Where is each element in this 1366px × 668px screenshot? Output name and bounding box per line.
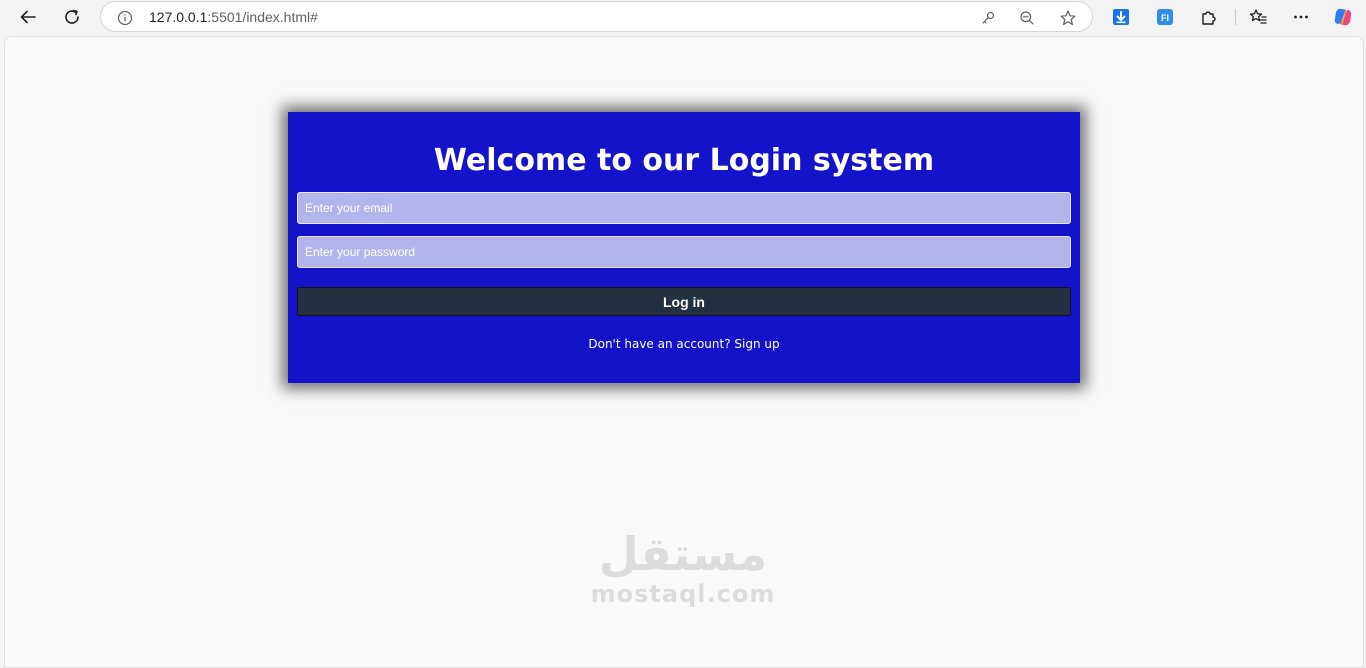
signup-line: Don't have an account? Sign up: [288, 337, 1080, 351]
favorite-button[interactable]: [1057, 7, 1079, 29]
key-icon: [982, 11, 995, 24]
password-button[interactable]: [977, 7, 999, 29]
copilot-button[interactable]: [1331, 5, 1355, 29]
login-button[interactable]: Log in: [297, 287, 1071, 316]
puzzle-icon: [1202, 11, 1216, 25]
more-button[interactable]: [1289, 5, 1313, 29]
back-arrow-icon: [20, 10, 36, 24]
toolbar-divider: [1235, 9, 1236, 25]
fi-extension-label: FI: [1161, 13, 1169, 23]
zoom-button[interactable]: [1016, 7, 1038, 29]
reload-button[interactable]: [58, 4, 86, 30]
favorites-list-icon: [1249, 9, 1267, 24]
url-path: :5501/index.html#: [207, 9, 318, 25]
zoom-out-icon: [1020, 11, 1034, 25]
signup-prompt: Don't have an account?: [588, 337, 731, 351]
fi-extension-button[interactable]: FI: [1153, 5, 1177, 29]
signup-link[interactable]: Sign up: [734, 337, 779, 351]
watermark: مستقل mostaql.com: [588, 528, 778, 623]
address-bar[interactable]: 127.0.0.1:5501/index.html#: [100, 1, 1093, 32]
copilot-icon: [1334, 8, 1352, 26]
password-input[interactable]: [297, 236, 1071, 268]
extensions-button[interactable]: [1197, 5, 1221, 29]
back-button[interactable]: [14, 4, 42, 30]
download-extension-button[interactable]: [1109, 5, 1133, 29]
browser-toolbar: 127.0.0.1:5501/index.html# FI: [0, 0, 1366, 34]
url-text[interactable]: 127.0.0.1:5501/index.html#: [149, 9, 318, 25]
reload-icon: [65, 9, 79, 24]
watermark-arabic: مستقل: [598, 527, 768, 581]
download-icon: [1113, 9, 1129, 25]
star-icon: [1060, 10, 1076, 26]
email-input[interactable]: [297, 192, 1071, 224]
fi-extension-icon: FI: [1157, 9, 1173, 25]
info-icon: [117, 10, 133, 26]
watermark-latin: mostaql.com: [590, 580, 776, 608]
login-title: Welcome to our Login system: [433, 143, 935, 178]
login-form: Welcome to our Login system Log in Don't…: [288, 112, 1080, 383]
site-info-button[interactable]: [114, 7, 136, 29]
more-icon: [1294, 15, 1308, 19]
url-host: 127.0.0.1: [149, 9, 208, 25]
favorites-button[interactable]: [1246, 5, 1270, 29]
